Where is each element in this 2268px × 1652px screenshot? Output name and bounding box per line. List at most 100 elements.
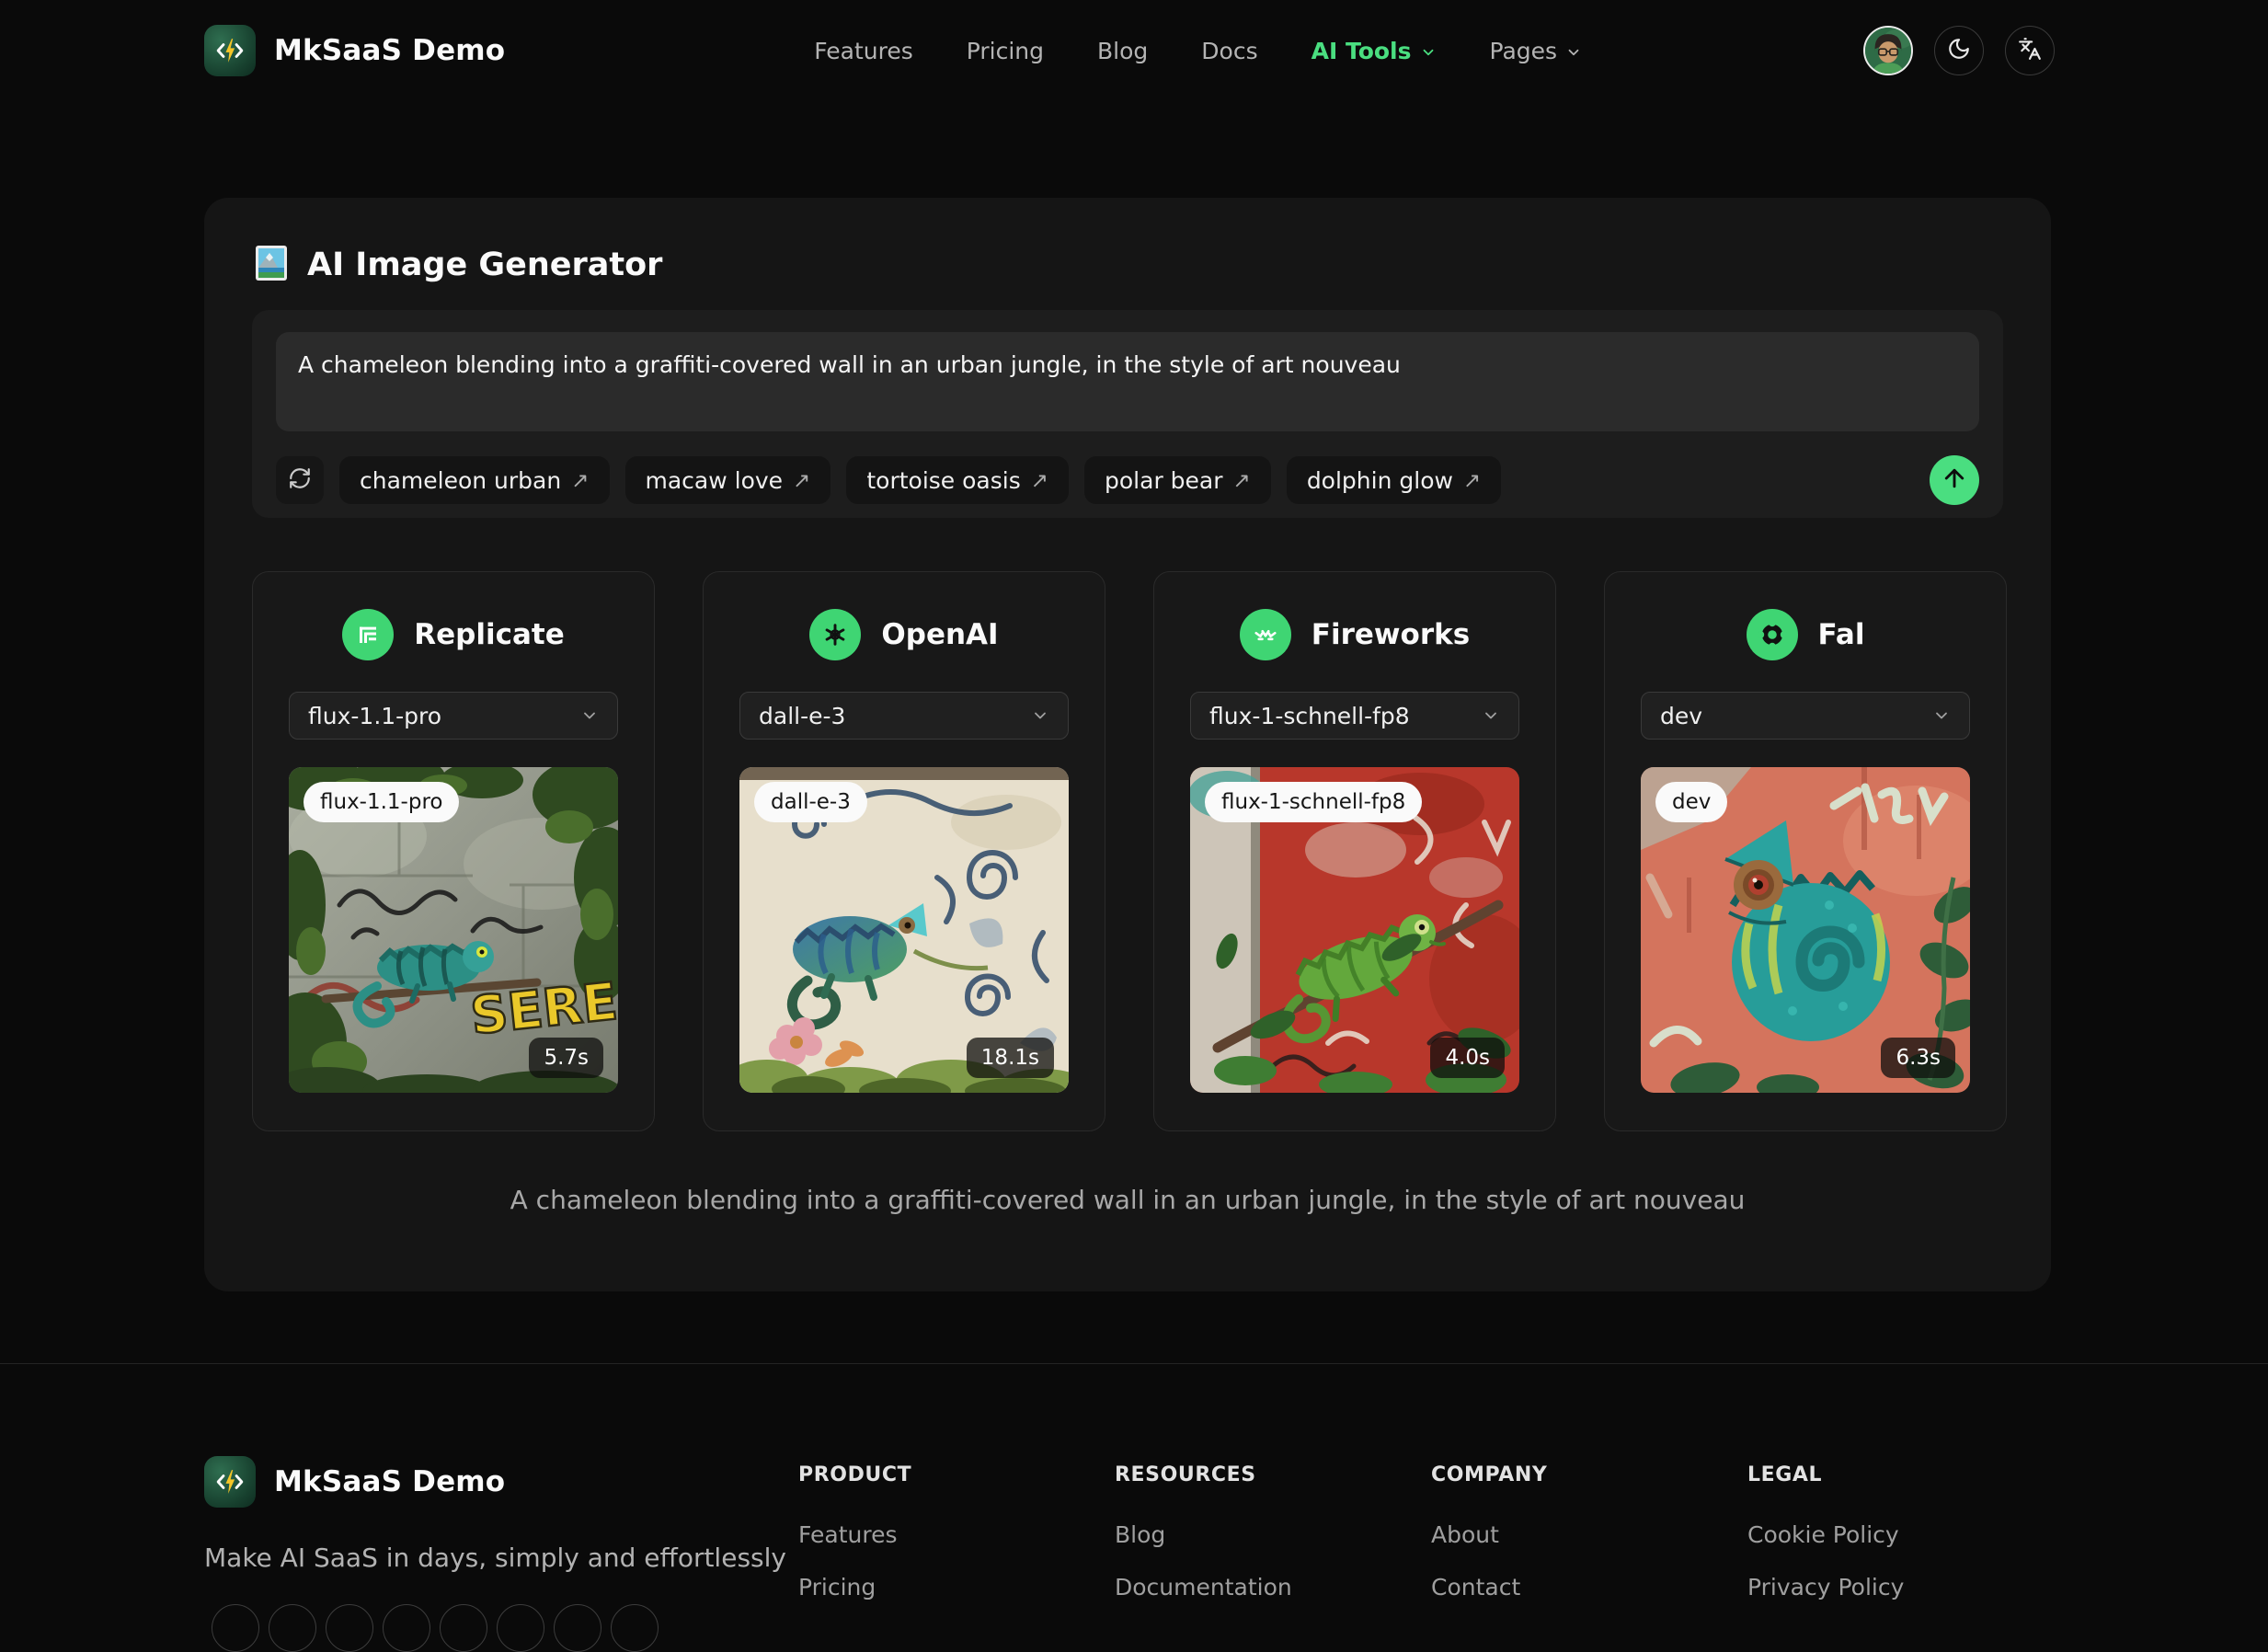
provider-name: Fal [1818, 618, 1865, 651]
nav-item-docs[interactable]: Docs [1201, 38, 1257, 64]
refresh-prompts-button[interactable] [276, 456, 324, 504]
generated-image-openai[interactable]: dall-e-3 18.1s [739, 767, 1069, 1093]
social-button[interactable] [326, 1604, 373, 1652]
model-select-fireworks[interactable]: flux-1-schnell-fp8 [1190, 692, 1519, 740]
generation-time-badge: 18.1s [967, 1038, 1054, 1078]
language-switcher-button[interactable] [2005, 26, 2055, 75]
social-button[interactable] [212, 1604, 259, 1652]
generated-image-replicate[interactable]: SERE flux-1.1-pro 5.7s [289, 767, 618, 1093]
model-badge: flux-1.1-pro [304, 782, 459, 822]
generated-image-fal[interactable]: dev 6.3s [1641, 767, 1970, 1093]
prompt-box: A chameleon blending into a graffiti-cov… [252, 310, 2003, 518]
navbar: MkSaaS Demo Features Pricing Blog Docs A… [0, 0, 2268, 101]
chevron-down-icon [1932, 706, 1951, 725]
provider-card-openai: OpenAI dall-e-3 [703, 571, 1105, 1131]
footer-link-cookie-policy[interactable]: Cookie Policy [1747, 1521, 2064, 1548]
provider-name: Fireworks [1312, 618, 1470, 651]
footer-column-title: COMPANY [1431, 1456, 1747, 1486]
social-button[interactable] [611, 1604, 659, 1652]
prompt-chip[interactable]: dolphin glow ↗ [1287, 456, 1501, 504]
card-header: Replicate [289, 609, 618, 660]
generation-time-badge: 6.3s [1881, 1038, 1955, 1078]
nav-icons [1863, 26, 2055, 75]
nav-item-pricing[interactable]: Pricing [967, 38, 1044, 64]
footer: MkSaaS Demo Make AI SaaS in days, simply… [0, 1363, 2268, 1610]
footer-brand-block: MkSaaS Demo Make AI SaaS in days, simply… [204, 1456, 798, 1600]
prompt-input[interactable]: A chameleon blending into a graffiti-cov… [276, 332, 1979, 431]
footer-link-about[interactable]: About [1431, 1521, 1747, 1548]
chevron-down-icon [1031, 706, 1049, 725]
moon-icon [1947, 37, 1971, 64]
external-arrow-icon: ↗ [571, 469, 589, 493]
external-arrow-icon: ↗ [1463, 469, 1481, 493]
footer-columns: PRODUCT Features Pricing RESOURCES Blog … [798, 1456, 2064, 1600]
brand-name: MkSaaS Demo [274, 1465, 505, 1498]
nav-item-ai-tools[interactable]: AI Tools [1312, 38, 1437, 64]
footer-column-title: RESOURCES [1115, 1456, 1431, 1486]
openai-logo-icon [809, 609, 861, 660]
theme-toggle-button[interactable] [1934, 26, 1984, 75]
external-arrow-icon: ↗ [1233, 469, 1251, 493]
footer-link-contact[interactable]: Contact [1431, 1574, 1747, 1600]
card-header: OpenAI [739, 609, 1069, 660]
footer-column-resources: RESOURCES Blog Documentation [1115, 1456, 1431, 1600]
ai-image-generator-panel: AI Image Generator A chameleon blending … [204, 198, 2051, 1291]
footer-link-features[interactable]: Features [798, 1521, 1115, 1548]
refresh-icon [288, 466, 312, 494]
model-select-openai[interactable]: dall-e-3 [739, 692, 1069, 740]
brand-logo-icon [204, 1456, 256, 1508]
footer-link-privacy-policy[interactable]: Privacy Policy [1747, 1574, 2064, 1600]
prompt-chip[interactable]: macaw love ↗ [625, 456, 831, 504]
result-caption: A chameleon blending into a graffiti-cov… [252, 1185, 2003, 1215]
prompt-chip[interactable]: tortoise oasis ↗ [846, 456, 1069, 504]
generation-time-badge: 4.0s [1430, 1038, 1505, 1078]
card-header: Fireworks [1190, 609, 1519, 660]
footer-column-company: COMPANY About Contact [1431, 1456, 1747, 1600]
fireworks-logo-icon [1240, 609, 1291, 660]
external-arrow-icon: ↗ [793, 469, 810, 493]
footer-social-buttons [212, 1604, 659, 1652]
model-badge: dall-e-3 [754, 782, 867, 822]
chevron-down-icon [580, 706, 599, 725]
nav-links: Features Pricing Blog Docs AI Tools Page… [786, 38, 1582, 64]
brand[interactable]: MkSaaS Demo [204, 25, 505, 76]
fal-logo-icon [1747, 609, 1798, 660]
brand-logo-icon [204, 25, 256, 76]
arrow-up-icon [1941, 465, 1968, 496]
footer-column-title: PRODUCT [798, 1456, 1115, 1486]
chevron-down-icon [1565, 44, 1582, 61]
generated-image-fireworks[interactable]: flux-1-schnell-fp8 4.0s [1190, 767, 1519, 1093]
nav-item-blog[interactable]: Blog [1097, 38, 1148, 64]
social-button[interactable] [554, 1604, 601, 1652]
generate-button[interactable] [1930, 455, 1979, 505]
provider-cards: Replicate flux-1.1-pro [252, 571, 2003, 1131]
external-arrow-icon: ↗ [1031, 469, 1048, 493]
prompt-chip[interactable]: chameleon urban ↗ [339, 456, 610, 504]
generation-time-badge: 5.7s [529, 1038, 603, 1078]
model-select-replicate[interactable]: flux-1.1-pro [289, 692, 618, 740]
generator-header: AI Image Generator [252, 198, 2003, 286]
social-button[interactable] [440, 1604, 487, 1652]
languages-icon [2018, 37, 2042, 64]
social-button[interactable] [497, 1604, 544, 1652]
national-park-emoji-icon [252, 244, 291, 286]
provider-card-fireworks: Fireworks flux-1-schnell-fp8 [1153, 571, 1556, 1131]
footer-link-blog[interactable]: Blog [1115, 1521, 1431, 1548]
user-avatar[interactable] [1863, 26, 1913, 75]
footer-link-pricing[interactable]: Pricing [798, 1574, 1115, 1600]
footer-brand[interactable]: MkSaaS Demo [204, 1456, 798, 1508]
chevron-down-icon [1482, 706, 1500, 725]
generator-title: AI Image Generator [307, 247, 662, 283]
prompt-chip[interactable]: polar bear ↗ [1084, 456, 1271, 504]
footer-column-title: LEGAL [1747, 1456, 2064, 1486]
model-badge: dev [1655, 782, 1727, 822]
provider-name: OpenAI [881, 618, 998, 651]
brand-name: MkSaaS Demo [274, 34, 505, 67]
social-button[interactable] [269, 1604, 316, 1652]
nav-item-features[interactable]: Features [814, 38, 913, 64]
nav-item-pages[interactable]: Pages [1490, 38, 1583, 64]
social-button[interactable] [383, 1604, 430, 1652]
footer-link-documentation[interactable]: Documentation [1115, 1574, 1431, 1600]
model-select-fal[interactable]: dev [1641, 692, 1970, 740]
provider-name: Replicate [414, 618, 564, 651]
